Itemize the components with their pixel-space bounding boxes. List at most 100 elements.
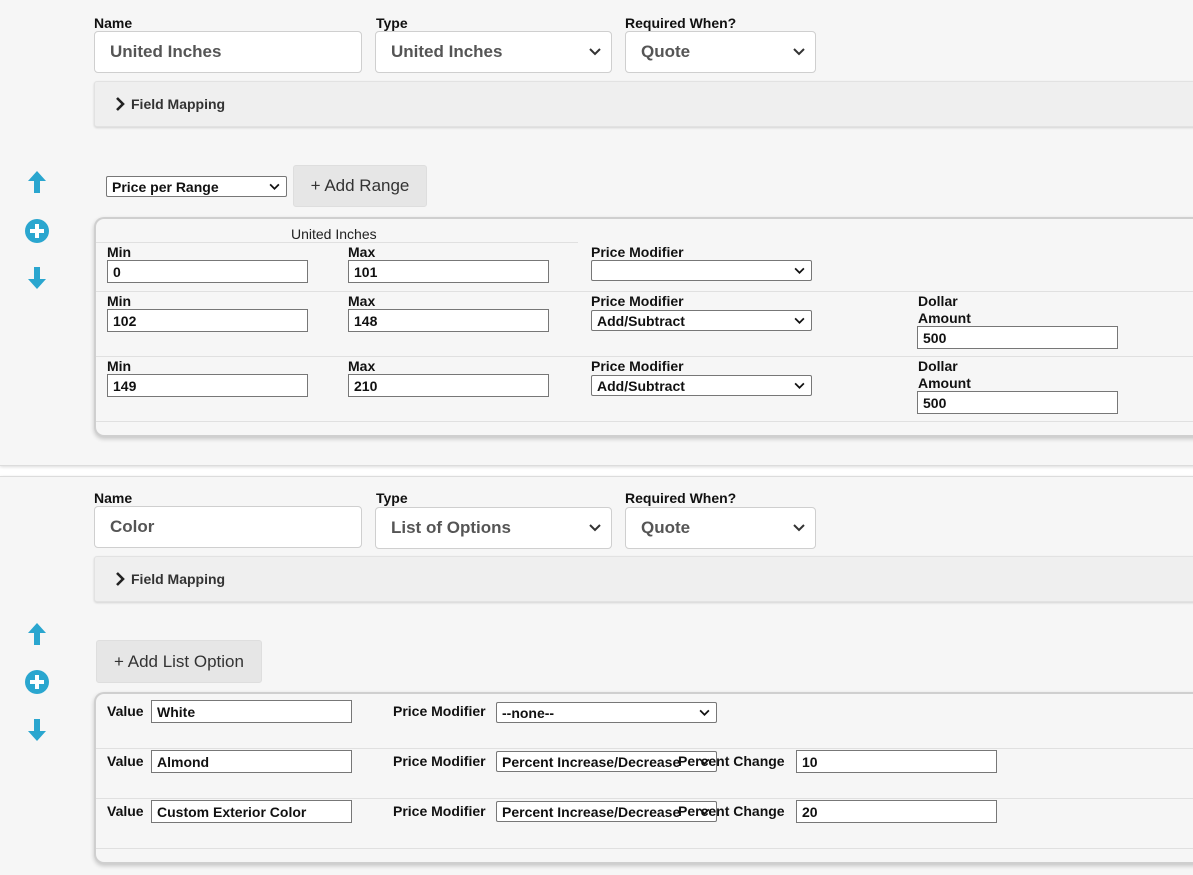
- plus-circle-icon[interactable]: [24, 669, 50, 695]
- chevron-right-icon: [116, 572, 125, 586]
- divider: [96, 748, 1193, 749]
- arrow-up-icon[interactable]: [24, 621, 50, 647]
- option-value: Almond: [157, 753, 210, 770]
- price-modifier-value: Percent Increase/Decrease: [502, 803, 681, 820]
- dollar-amount-input[interactable]: 500: [917, 391, 1118, 414]
- max-value: 148: [354, 312, 378, 329]
- price-modifier-label: Price Modifier: [393, 703, 486, 719]
- max-input[interactable]: 101: [348, 260, 549, 283]
- plus-circle-icon[interactable]: [24, 218, 50, 244]
- required-when-label: Required When?: [625, 15, 737, 31]
- field-mapping-accordion[interactable]: Field Mapping: [94, 556, 1193, 602]
- arrow-up-icon[interactable]: [24, 169, 50, 195]
- dollar-amount-label: Amount: [918, 375, 971, 391]
- price-modifier-label: Price Modifier: [591, 293, 684, 309]
- name-label: Name: [94, 490, 133, 506]
- min-input[interactable]: 0: [107, 260, 308, 283]
- price-modifier-select[interactable]: Add/Subtract: [591, 375, 812, 396]
- field-mapping-label: Field Mapping: [131, 96, 226, 112]
- type-value: List of Options: [391, 518, 511, 537]
- divider: [96, 356, 1193, 357]
- field-mapping-accordion[interactable]: Field Mapping: [94, 81, 1193, 127]
- value-label: Value: [107, 753, 144, 769]
- name-input[interactable]: United Inches: [94, 31, 362, 73]
- type-label: Type: [376, 490, 408, 506]
- value-input[interactable]: Almond: [151, 750, 352, 773]
- price-modifier-value: Add/Subtract: [597, 377, 685, 394]
- max-value: 210: [354, 377, 378, 394]
- price-modifier-select[interactable]: Add/Subtract: [591, 310, 812, 331]
- divider: [96, 848, 1193, 849]
- required-when-label: Required When?: [625, 490, 737, 506]
- price-modifier-select[interactable]: --none--: [496, 702, 717, 723]
- min-value: 102: [113, 312, 137, 329]
- required-when-value: Quote: [641, 518, 691, 537]
- max-label: Max: [348, 293, 376, 309]
- arrow-down-icon[interactable]: [24, 717, 50, 743]
- type-select[interactable]: United Inches: [375, 31, 612, 73]
- divider: [96, 242, 578, 243]
- chevron-down-icon: [794, 382, 805, 389]
- percent-change-value: 10: [802, 753, 818, 770]
- value-input[interactable]: White: [151, 700, 352, 723]
- value-label: Value: [107, 803, 144, 819]
- dollar-amount-input[interactable]: 500: [917, 326, 1118, 349]
- percent-change-input[interactable]: 20: [796, 800, 997, 823]
- value-input[interactable]: Custom Exterior Color: [151, 800, 352, 823]
- add-list-option-button[interactable]: + Add List Option: [96, 640, 262, 683]
- value-label: Value: [107, 703, 144, 719]
- percent-change-label: Percent Change: [678, 803, 785, 819]
- type-value: United Inches: [391, 42, 503, 61]
- pricing-type-select[interactable]: Price per Range: [106, 176, 287, 197]
- required-when-select[interactable]: Quote: [625, 507, 816, 549]
- min-label: Min: [107, 293, 132, 309]
- chevron-down-icon: [269, 183, 280, 190]
- price-modifier-select[interactable]: [591, 260, 812, 281]
- required-when-select[interactable]: Quote: [625, 31, 816, 73]
- chevron-down-icon: [589, 48, 601, 56]
- price-modifier-value: --none--: [502, 704, 555, 721]
- range-header: United Inches: [291, 226, 377, 242]
- min-label: Min: [107, 358, 132, 374]
- option-value: White: [157, 703, 196, 720]
- chevron-down-icon: [794, 267, 805, 274]
- price-modifier-value: Percent Increase/Decrease: [502, 753, 681, 770]
- chevron-down-icon: [794, 317, 805, 324]
- max-label: Max: [348, 244, 376, 260]
- max-input[interactable]: 210: [348, 374, 549, 397]
- min-input[interactable]: 149: [107, 374, 308, 397]
- required-when-value: Quote: [641, 42, 691, 61]
- min-input[interactable]: 102: [107, 309, 308, 332]
- add-range-button[interactable]: + Add Range: [293, 165, 427, 207]
- arrow-down-icon[interactable]: [24, 265, 50, 291]
- max-input[interactable]: 148: [348, 309, 549, 332]
- max-value: 101: [354, 263, 378, 280]
- dollar-amount-label: Dollar: [918, 358, 958, 374]
- dollar-amount-label: Dollar: [918, 293, 958, 309]
- name-value: Color: [110, 517, 155, 536]
- divider: [96, 421, 1193, 422]
- min-label: Min: [107, 244, 132, 260]
- type-select[interactable]: List of Options: [375, 507, 612, 549]
- min-value: 149: [113, 377, 137, 394]
- percent-change-input[interactable]: 10: [796, 750, 997, 773]
- chevron-down-icon: [793, 48, 805, 56]
- dollar-amount-label: Amount: [918, 310, 971, 326]
- price-modifier-label: Price Modifier: [591, 244, 684, 260]
- field-mapping-label: Field Mapping: [131, 571, 226, 587]
- dollar-amount-value: 500: [923, 394, 947, 411]
- name-input[interactable]: Color: [94, 506, 362, 548]
- name-label: Name: [94, 15, 133, 31]
- divider: [96, 291, 1193, 292]
- price-modifier-label: Price Modifier: [393, 803, 486, 819]
- max-label: Max: [348, 358, 376, 374]
- price-modifier-value: Add/Subtract: [597, 312, 685, 329]
- add-list-option-label: + Add List Option: [114, 651, 244, 671]
- percent-change-value: 20: [802, 803, 818, 820]
- chevron-down-icon: [589, 524, 601, 532]
- name-value: United Inches: [110, 42, 222, 61]
- dollar-amount-value: 500: [923, 329, 947, 346]
- price-modifier-label: Price Modifier: [393, 753, 486, 769]
- price-modifier-label: Price Modifier: [591, 358, 684, 374]
- percent-change-label: Percent Change: [678, 753, 785, 769]
